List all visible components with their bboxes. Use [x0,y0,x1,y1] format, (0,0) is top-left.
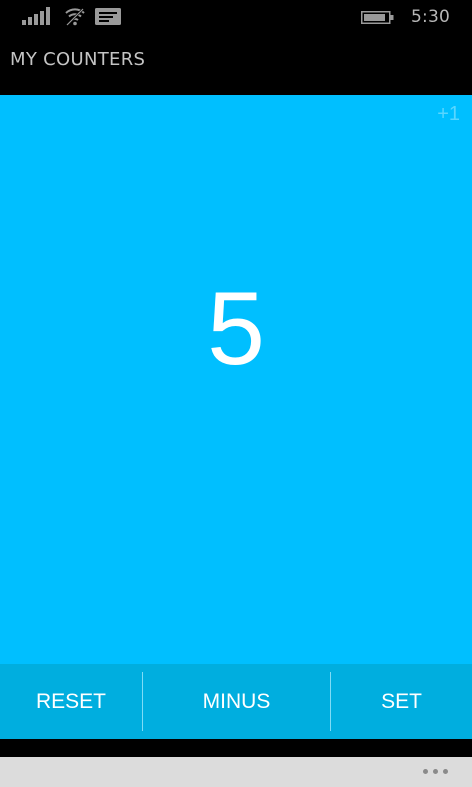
bottom-spacer [0,739,472,757]
minus-button[interactable]: MINUS [143,664,330,739]
message-icon [95,8,121,25]
step-label: +1 [437,103,460,125]
action-bar: RESET MINUS SET [0,664,472,739]
more-icon[interactable] [423,769,449,775]
status-clock: 5:30 [411,7,450,27]
wifi-icon [65,8,85,26]
phone-screen: 5:30 MY COUNTERS +1 5 RESET MINUS SET [0,0,472,787]
counter-value: 5 [207,271,265,387]
set-button[interactable]: SET [331,664,472,739]
status-bar: 5:30 [0,0,472,36]
counter-panel[interactable]: +1 5 [0,95,472,664]
reset-button[interactable]: RESET [0,664,142,739]
app-title: MY COUNTERS [10,49,146,70]
app-bar [0,757,472,787]
signal-icon [22,7,52,25]
battery-icon [361,11,394,24]
